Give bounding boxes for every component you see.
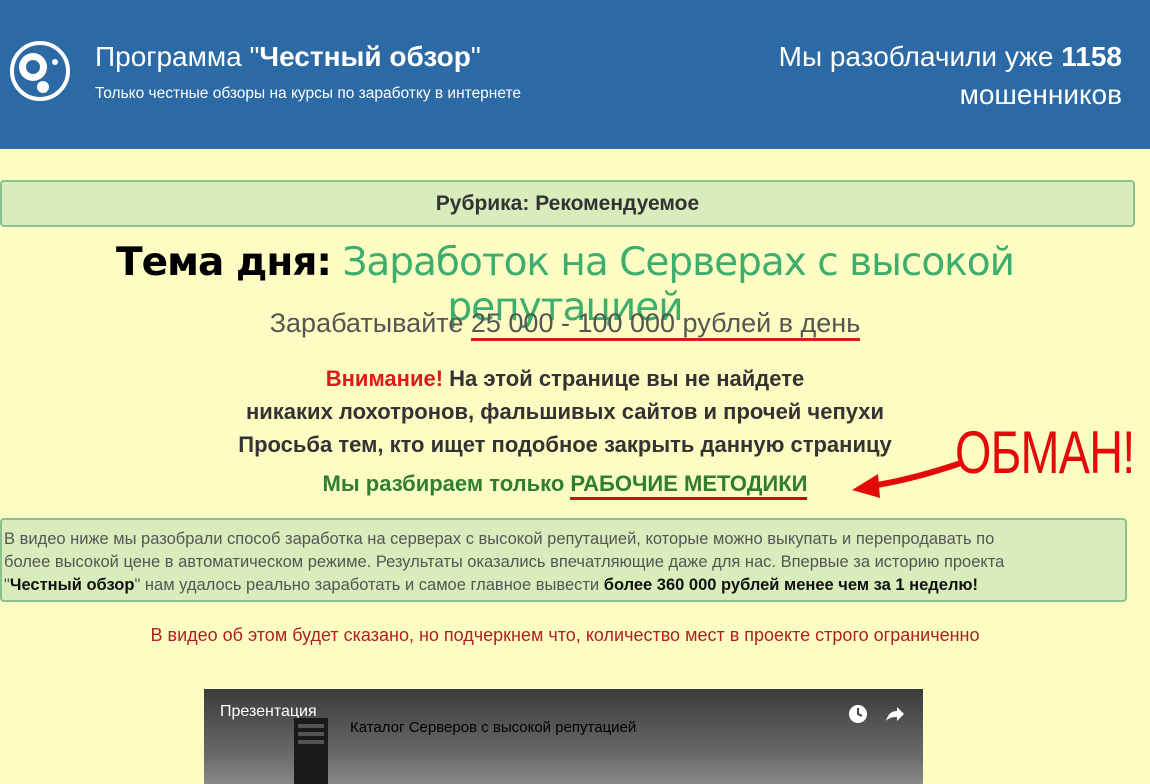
scam-annotation: ОБМАН! bbox=[955, 419, 1135, 486]
rubric-bar: Рубрика: Рекомендуемое bbox=[0, 180, 1135, 227]
video-player[interactable]: Презентация Каталог Серверов с высокой р… bbox=[204, 689, 923, 784]
brand-subtitle: Только честные обзоры на курсы по зарабо… bbox=[95, 85, 522, 102]
video-title[interactable]: Каталог Серверов с высокой репутацией bbox=[350, 719, 636, 736]
site-header: Программа "Честный обзор" Только честные… bbox=[0, 0, 1150, 149]
server-rack-icon bbox=[294, 718, 328, 784]
arrow-icon bbox=[852, 461, 961, 498]
brand-title[interactable]: Программа "Честный обзор" bbox=[95, 41, 481, 73]
earn-amount: 25 000 - 100 000 рублей в день bbox=[470, 308, 861, 341]
attention-label: Внимание! bbox=[325, 366, 444, 391]
topic-label: Тема дня: bbox=[116, 240, 332, 285]
info-box: В видео ниже мы разобрали способ заработ… bbox=[0, 518, 1127, 602]
share-icon[interactable] bbox=[883, 703, 905, 725]
limited-notice: В видео об этом будет сказано, но подчер… bbox=[150, 625, 980, 645]
exposed-counter: Мы разоблачили уже 1158 мошенников bbox=[778, 41, 1122, 110]
methods-highlight: РАБОЧИЕ МЕТОДИКИ bbox=[570, 471, 808, 500]
clock-icon[interactable] bbox=[847, 703, 869, 725]
counter-value: 1158 bbox=[1061, 41, 1122, 72]
logo-icon bbox=[10, 41, 70, 101]
earn-line: Зарабатывайте 25 000 - 100 000 рублей в … bbox=[0, 308, 1130, 341]
